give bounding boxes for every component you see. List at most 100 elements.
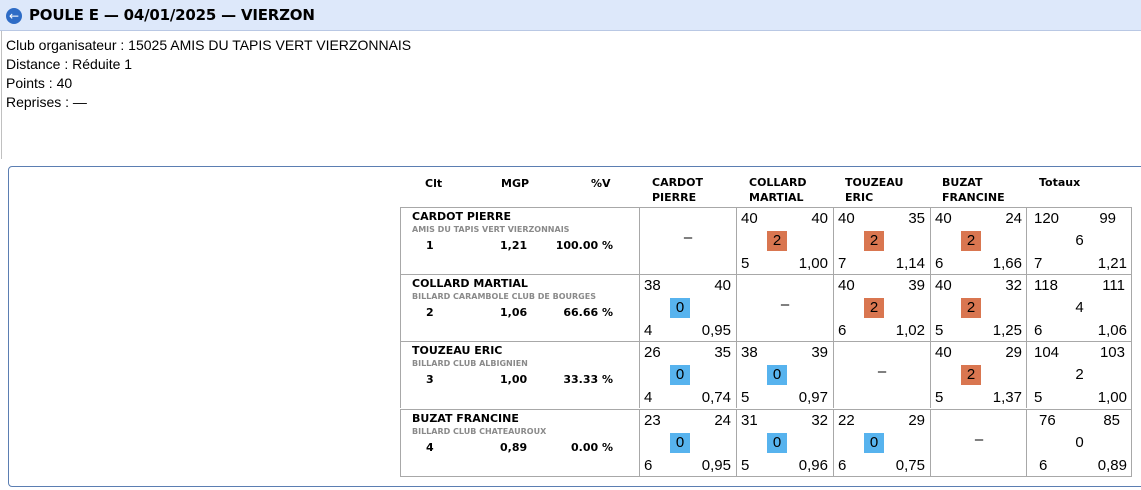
match-cell-self: – bbox=[639, 207, 736, 274]
total-average: 1,06 bbox=[1097, 322, 1127, 339]
self-match-dash: – bbox=[877, 363, 887, 380]
match-cell[interactable]: 40 32 2 5 1,25 bbox=[930, 274, 1027, 341]
player-rank: 4 bbox=[426, 441, 434, 454]
divider bbox=[1, 31, 2, 159]
reprises: Reprises : — bbox=[6, 94, 87, 110]
points-scored: 40 bbox=[838, 277, 855, 294]
average: 0,95 bbox=[701, 322, 731, 339]
header-col-2-line2: MARTIAL bbox=[749, 191, 804, 204]
self-match-dash: – bbox=[780, 296, 790, 313]
player-mgp: 1,06 bbox=[500, 306, 528, 319]
innings: 5 bbox=[741, 255, 750, 272]
player-row: CARDOT PIERRE AMIS DU TAPIS VERT VIERZON… bbox=[400, 207, 640, 274]
points-scored: 38 bbox=[644, 277, 661, 294]
player-rank: 1 bbox=[426, 239, 434, 252]
innings: 4 bbox=[644, 389, 653, 406]
total-innings: 5 bbox=[1034, 389, 1043, 406]
match-cell-self: – bbox=[736, 274, 833, 341]
total-average: 1,21 bbox=[1097, 255, 1127, 272]
player-name: COLLARD MARTIAL bbox=[412, 277, 528, 290]
innings: 5 bbox=[741, 457, 750, 474]
points-opponent: 29 bbox=[908, 412, 925, 429]
page-title: POULE E — 04/01/2025 — VIERZON bbox=[29, 6, 315, 24]
player-win-pct: 0.00 % bbox=[571, 441, 613, 454]
match-points-badge: 0 bbox=[767, 433, 787, 453]
average: 1,14 bbox=[895, 255, 925, 272]
total-points: 120 bbox=[1034, 210, 1060, 227]
match-cell[interactable]: 40 35 2 7 1,14 bbox=[833, 207, 930, 274]
player-club: BILLARD CLUB CHATEAUROUX bbox=[412, 427, 547, 436]
match-cell-self: – bbox=[930, 409, 1027, 476]
match-points-badge: 2 bbox=[961, 365, 981, 385]
distance: Distance : Réduite 1 bbox=[6, 56, 133, 72]
match-cell[interactable]: 38 39 0 5 0,97 bbox=[736, 341, 833, 408]
points: Points : 40 bbox=[6, 75, 73, 91]
points-scored: 22 bbox=[838, 412, 855, 429]
average: 1,00 bbox=[798, 255, 828, 272]
competition-info: Club organisateur : 15025 AMIS DU TAPIS … bbox=[6, 36, 411, 112]
average: 1,02 bbox=[895, 322, 925, 339]
player-club: BILLARD CARAMBOLE CLUB DE BOURGES bbox=[412, 292, 596, 301]
match-cell[interactable]: 23 24 0 6 0,95 bbox=[639, 409, 736, 476]
innings: 6 bbox=[838, 322, 847, 339]
total-innings: 6 bbox=[1039, 457, 1048, 474]
player-win-pct: 100.00 % bbox=[555, 239, 613, 252]
player-mgp: 1,21 bbox=[500, 239, 528, 252]
match-cell[interactable]: 22 29 0 6 0,75 bbox=[833, 409, 930, 476]
innings: 6 bbox=[935, 255, 944, 272]
header-clt: Clt bbox=[425, 177, 443, 190]
points-opponent: 35 bbox=[714, 344, 731, 361]
average: 1,37 bbox=[992, 389, 1022, 406]
innings: 6 bbox=[644, 457, 653, 474]
player-club: BILLARD CLUB ALBIGNIEN bbox=[412, 359, 528, 368]
points-scored: 40 bbox=[935, 210, 952, 227]
total-match-points: 6 bbox=[1075, 232, 1084, 249]
points-opponent: 32 bbox=[811, 412, 828, 429]
header-pv: %V bbox=[591, 177, 611, 190]
total-opponent-points: 85 bbox=[1103, 412, 1120, 429]
points-opponent: 32 bbox=[1005, 277, 1022, 294]
match-cell[interactable]: 40 40 2 5 1,00 bbox=[736, 207, 833, 274]
header-col-2-line1: COLLARD bbox=[749, 176, 807, 189]
header-col-4-line1: BUZAT bbox=[942, 176, 983, 189]
points-scored: 40 bbox=[741, 210, 758, 227]
total-average: 0,89 bbox=[1097, 457, 1127, 474]
average: 0,75 bbox=[895, 457, 925, 474]
points-scored: 40 bbox=[838, 210, 855, 227]
header-col-4: BUZAT FRANCINE bbox=[942, 175, 1005, 205]
innings: 7 bbox=[838, 255, 847, 272]
totals-cell: 104 103 2 5 1,00 bbox=[1026, 341, 1132, 408]
match-points-badge: 2 bbox=[864, 231, 884, 251]
total-match-points: 2 bbox=[1075, 366, 1084, 383]
match-points-badge: 0 bbox=[767, 365, 787, 385]
average: 0,97 bbox=[798, 389, 828, 406]
match-points-badge: 2 bbox=[961, 298, 981, 318]
average: 0,74 bbox=[701, 389, 731, 406]
totals-cell: 120 99 6 7 1,21 bbox=[1026, 207, 1132, 274]
header-col-1-line2: PIERRE bbox=[652, 191, 697, 204]
innings: 6 bbox=[838, 457, 847, 474]
player-rank: 3 bbox=[426, 373, 434, 386]
total-average: 1,00 bbox=[1097, 389, 1127, 406]
totals-cell: 76 85 0 6 0,89 bbox=[1026, 409, 1132, 476]
match-cell[interactable]: 40 39 2 6 1,02 bbox=[833, 274, 930, 341]
player-name: BUZAT FRANCINE bbox=[412, 412, 519, 425]
title-bar: ← POULE E — 04/01/2025 — VIERZON bbox=[0, 0, 1141, 31]
match-cell[interactable]: 31 32 0 5 0,96 bbox=[736, 409, 833, 476]
points-scored: 40 bbox=[935, 344, 952, 361]
match-cell[interactable]: 38 40 0 4 0,95 bbox=[639, 274, 736, 341]
match-cell[interactable]: 40 24 2 6 1,66 bbox=[930, 207, 1027, 274]
points-opponent: 40 bbox=[811, 210, 828, 227]
header-col-2: COLLARD MARTIAL bbox=[749, 175, 807, 205]
average: 1,25 bbox=[992, 322, 1022, 339]
match-cell[interactable]: 40 29 2 5 1,37 bbox=[930, 341, 1027, 408]
points-scored: 31 bbox=[741, 412, 758, 429]
player-name: CARDOT PIERRE bbox=[412, 210, 511, 223]
player-win-pct: 33.33 % bbox=[563, 373, 613, 386]
match-cell[interactable]: 26 35 0 4 0,74 bbox=[639, 341, 736, 408]
header-totaux: Totaux bbox=[1039, 176, 1081, 189]
arrow-left-icon[interactable]: ← bbox=[6, 8, 22, 24]
match-points-badge: 0 bbox=[864, 433, 884, 453]
total-match-points: 0 bbox=[1075, 434, 1084, 451]
innings: 5 bbox=[935, 322, 944, 339]
